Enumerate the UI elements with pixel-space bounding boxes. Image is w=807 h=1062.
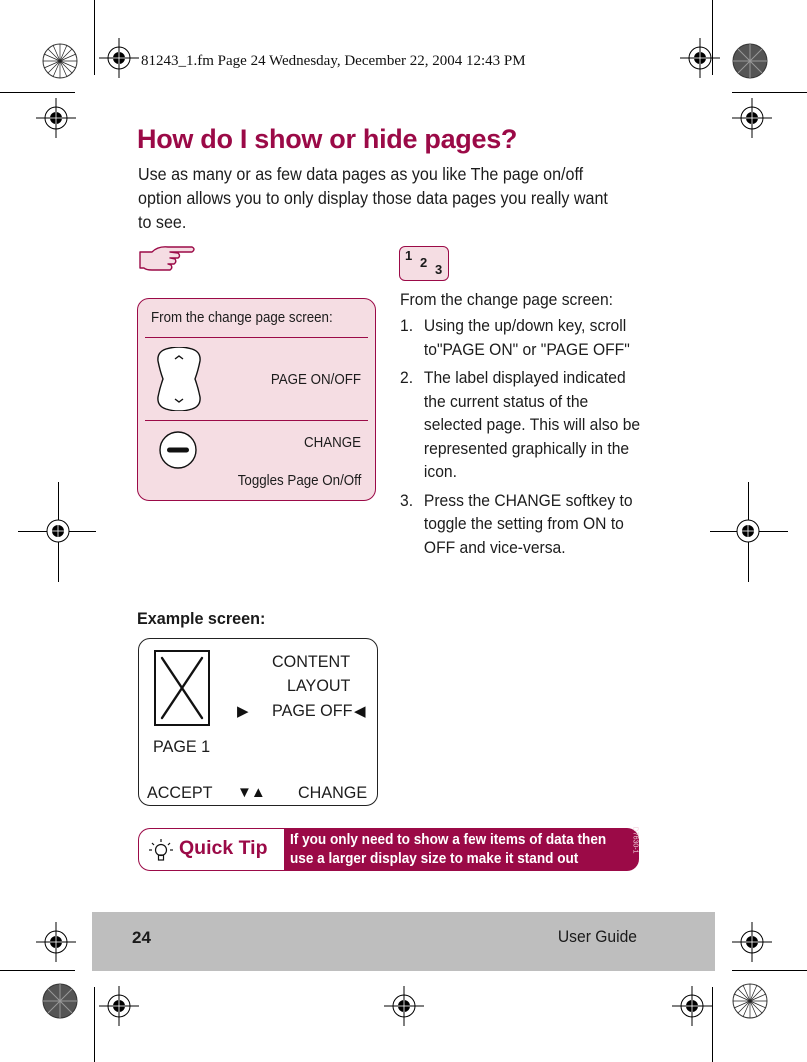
star-target-icon [42, 983, 78, 1019]
softkey-minus-icon [159, 431, 197, 469]
step-item: 2. The label displayed indicated the cur… [400, 366, 641, 484]
steps-icon-digit: 3 [435, 262, 443, 277]
step-item: 1. Using the up/down key, scroll to"PAGE… [400, 314, 641, 361]
crop-line [732, 92, 807, 93]
footer-label: User Guide [557, 927, 637, 946]
page-off-x-icon [154, 650, 210, 726]
key-panel-heading: From the change page screen: [151, 310, 333, 326]
crop-line [94, 987, 95, 1062]
up-down-key-icon [157, 347, 201, 411]
softkey-change: CHANGE [298, 783, 368, 802]
example-screen: PAGE 1 CONTENT LAYOUT ▶ PAGE OFF ◀ ACCEP… [138, 638, 378, 806]
crop-line [0, 92, 75, 93]
divider [145, 420, 368, 422]
crop-line [732, 970, 807, 971]
registration-target-icon [99, 38, 139, 78]
crop-line [0, 970, 75, 971]
page-number: 24 [132, 928, 151, 947]
step-text: Press the CHANGE softkey to toggle the s… [423, 490, 633, 557]
print-slug: 81243_1.fm Page 24 Wednesday, December 2… [141, 53, 526, 69]
quick-tip-text: If you only need to show a few items of … [290, 832, 607, 867]
quick-tip-title: Quick Tip [179, 837, 268, 859]
example-screen-label: Example screen: [137, 609, 266, 628]
step-text: The label displayed indicated the curren… [423, 368, 641, 481]
intro-text: Use as many or as few data pages as you … [138, 164, 608, 232]
updown-arrows-icon: ▼▲ [237, 784, 266, 801]
quick-tip-banner: Quick Tip If you only need to show a few… [138, 826, 639, 871]
key-label-change: CHANGE [303, 435, 361, 451]
selection-arrow-left-icon: ◀ [354, 703, 366, 720]
registration-target-icon [732, 922, 772, 962]
steps-list: 1. Using the up/down key, scroll to"PAGE… [400, 314, 641, 564]
figure-code: D7630-1 [631, 826, 639, 854]
step-number: 2. [400, 368, 414, 387]
crop-line [94, 0, 95, 75]
registration-target-icon [36, 98, 76, 138]
registration-target-icon [99, 986, 139, 1026]
menu-item-layout: LAYOUT [287, 676, 351, 695]
menu-item-page-off: PAGE OFF [272, 701, 353, 720]
steps-heading: From the change page screen: [400, 290, 614, 309]
pointing-hand-icon [139, 246, 195, 271]
divider [145, 337, 368, 339]
registration-target-icon [736, 519, 760, 543]
softkey-accept: ACCEPT [147, 783, 213, 802]
step-number: 1. [400, 316, 414, 335]
numbered-steps-icon: 1 2 3 [399, 246, 449, 281]
registration-target-icon [732, 98, 772, 138]
key-panel: From the change page screen: PAGE ON/OFF… [137, 298, 376, 501]
registration-target-icon [672, 986, 712, 1026]
key-description-toggle: Toggles Page On/Off [237, 473, 361, 489]
registration-target-icon [36, 922, 76, 962]
registration-target-icon [46, 519, 70, 543]
page-label: PAGE 1 [153, 737, 211, 756]
lightbulb-icon [149, 839, 173, 861]
registration-target-icon [384, 986, 424, 1026]
quick-tip-label-area: Quick Tip [138, 828, 284, 871]
star-target-icon [732, 983, 768, 1019]
page-title: How do I show or hide pages? [137, 124, 518, 154]
crop-line [712, 987, 713, 1062]
step-number: 3. [400, 490, 414, 510]
quick-tip-body: If you only need to show a few items of … [284, 826, 639, 871]
registration-target-icon [680, 38, 720, 78]
key-label-page-on-off: PAGE ON/OFF [270, 372, 361, 388]
page-footer: 24 User Guide [92, 912, 715, 971]
menu-item-content: CONTENT [272, 652, 351, 671]
steps-icon-digit: 1 [405, 248, 413, 263]
steps-icon-digit: 2 [420, 255, 428, 270]
step-item: 3. Press the CHANGE softkey to toggle th… [400, 489, 641, 560]
star-target-icon [732, 43, 768, 79]
selection-arrow-right-icon: ▶ [237, 703, 249, 720]
star-target-icon [42, 43, 78, 79]
step-text: Using the up/down key, scroll to"PAGE ON… [423, 316, 630, 359]
